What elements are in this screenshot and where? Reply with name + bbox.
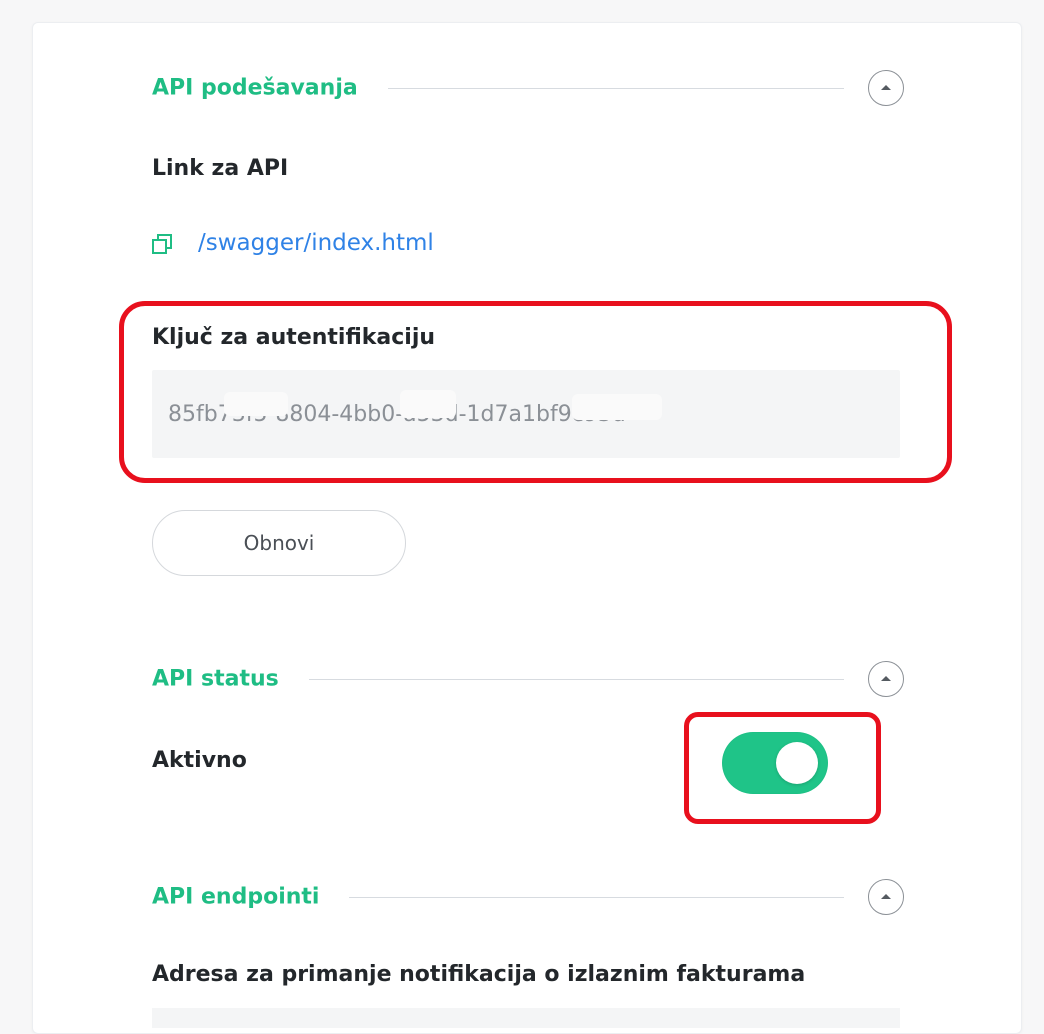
redaction-mark	[400, 390, 456, 418]
notification-address-label: Adresa za primanje notifikacija o izlazn…	[152, 962, 806, 987]
refresh-key-button[interactable]: Obnovi	[152, 510, 406, 576]
swagger-link[interactable]: /swagger/index.html	[198, 230, 434, 256]
collapse-button-api-settings[interactable]	[868, 70, 904, 106]
section-title-api-settings: API podešavanja	[152, 75, 388, 101]
section-title-api-endpoints: API endpointi	[152, 884, 350, 910]
notification-address-field[interactable]	[152, 1008, 900, 1028]
api-link-row: /swagger/index.html	[152, 226, 434, 260]
redaction-mark	[572, 394, 662, 420]
chevron-up-icon	[881, 85, 891, 90]
auth-key-label: Ključ za autentifikaciju	[152, 325, 436, 350]
section-header-api-endpoints: API endpointi	[152, 879, 904, 915]
chevron-up-icon	[881, 894, 891, 899]
redaction-mark	[224, 392, 288, 416]
auth-key-field[interactable]: 85fb73f5-8804-4bb0-a53d-1d7a1bf9c93d	[152, 370, 900, 458]
api-active-toggle[interactable]	[722, 732, 828, 794]
collapse-button-api-endpoints[interactable]	[868, 879, 904, 915]
collapse-button-api-status[interactable]	[868, 661, 904, 697]
active-label: Aktivno	[152, 748, 247, 773]
chevron-up-icon	[881, 676, 891, 681]
section-header-api-status: API status	[152, 661, 904, 697]
toggle-knob	[776, 742, 818, 784]
section-header-api-settings: API podešavanja	[152, 70, 904, 106]
section-title-api-status: API status	[152, 666, 309, 692]
copy-icon[interactable]	[152, 234, 172, 254]
api-link-label: Link za API	[152, 156, 289, 181]
